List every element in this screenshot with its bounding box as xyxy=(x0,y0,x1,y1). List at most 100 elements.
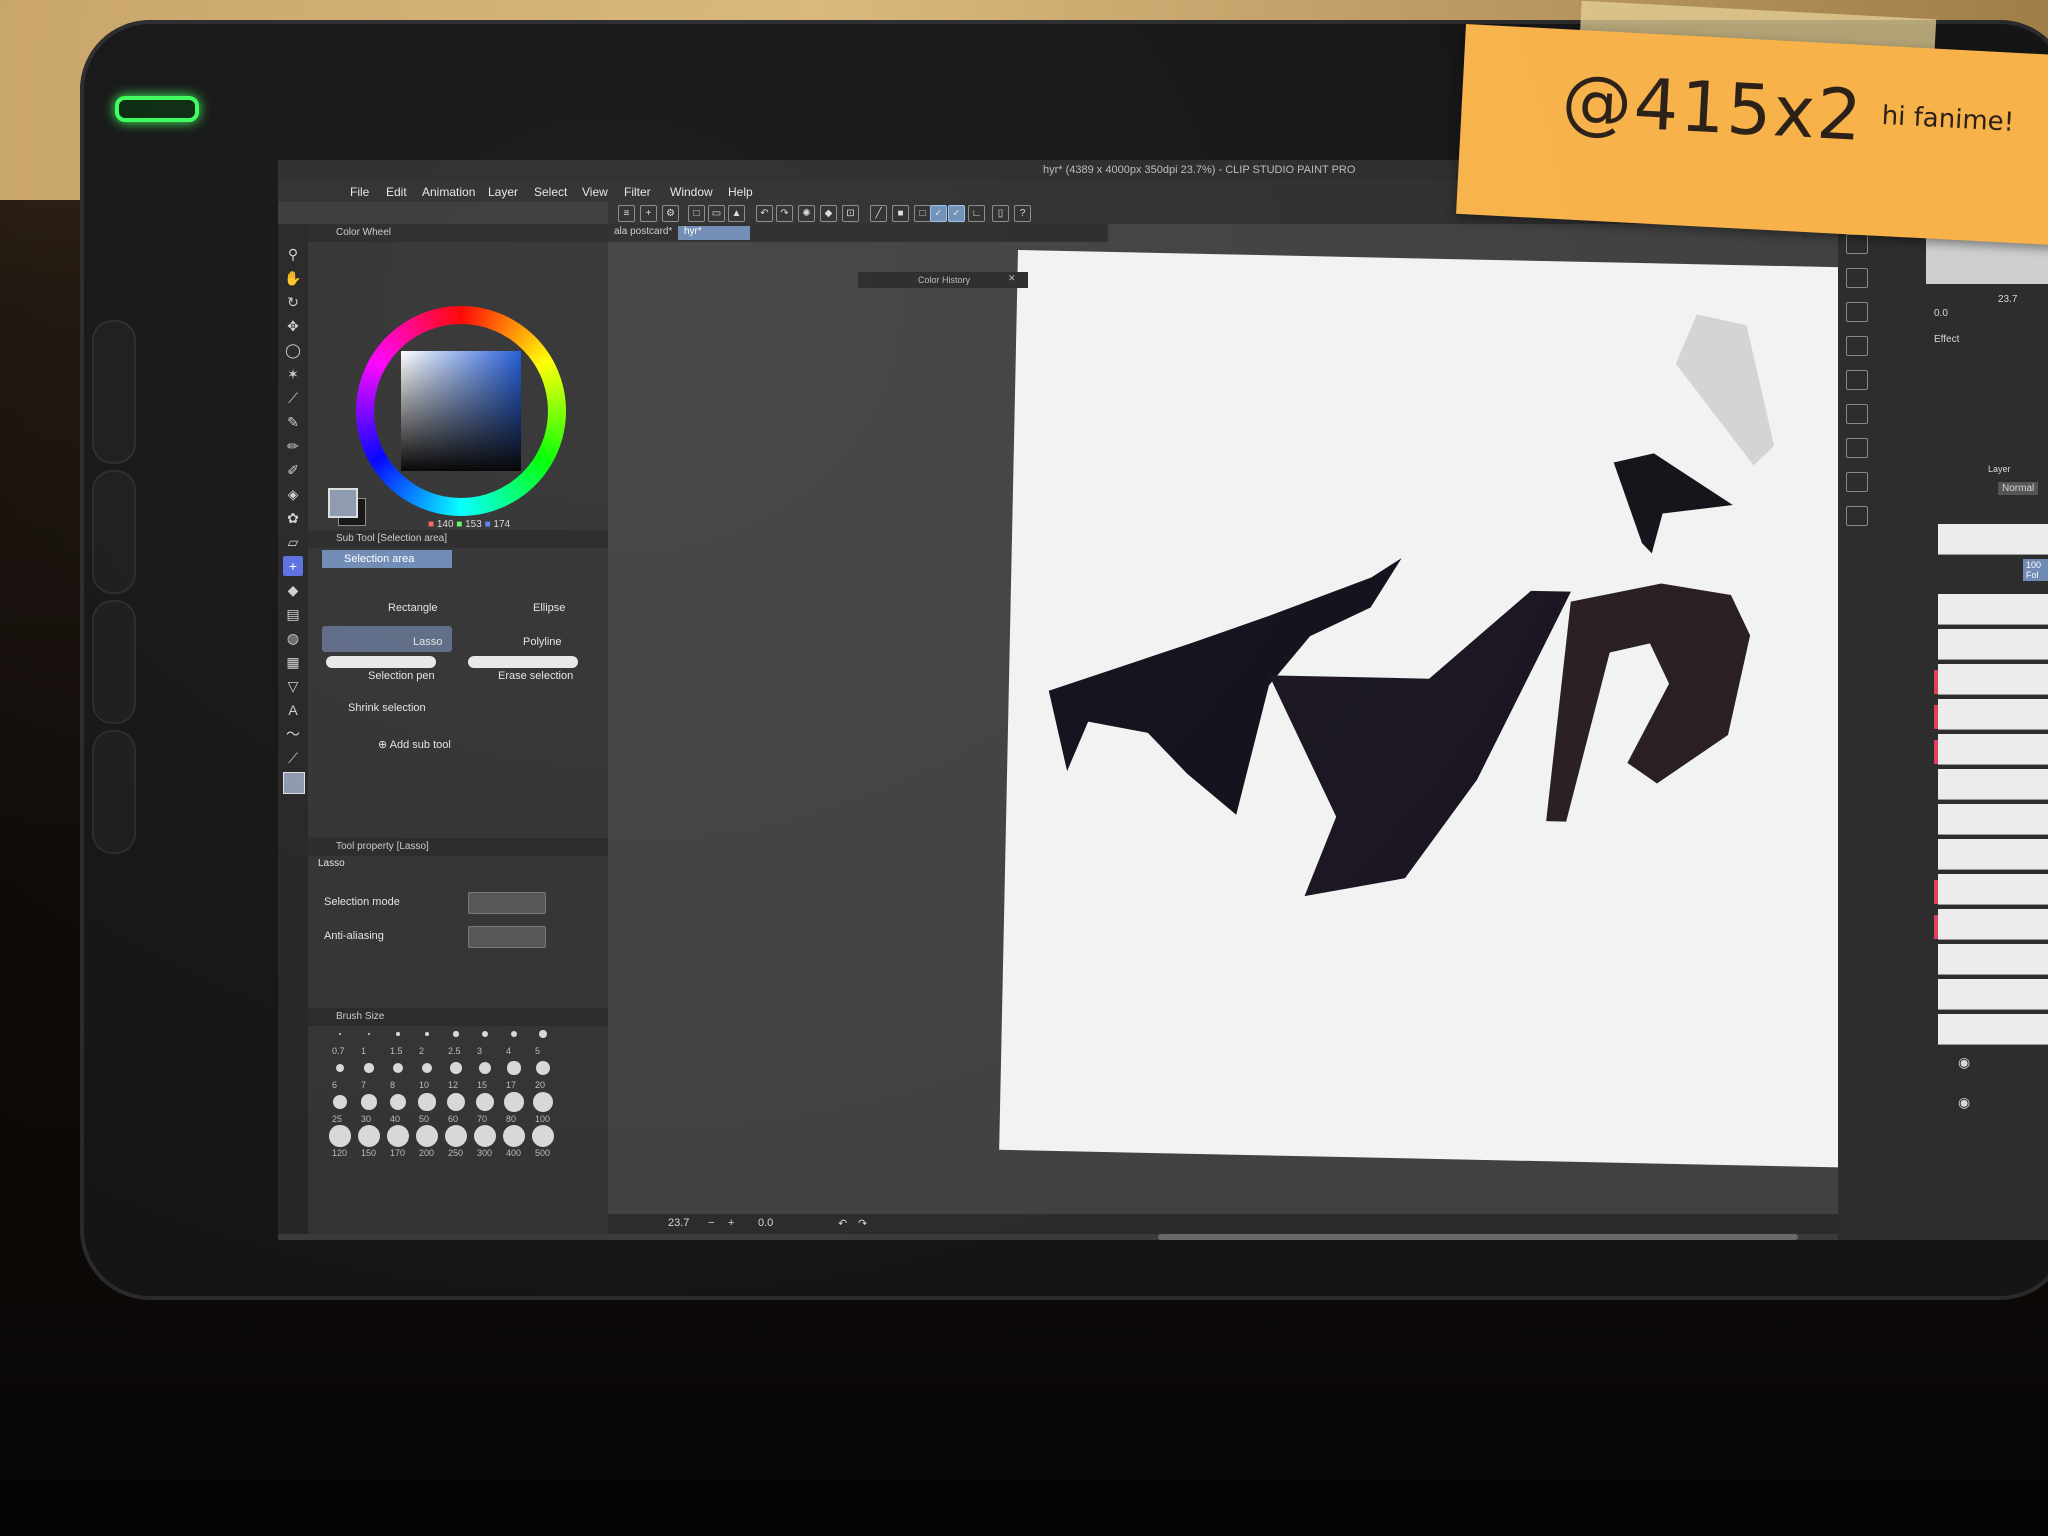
menu-window[interactable]: Window xyxy=(670,185,713,199)
layer-row[interactable] xyxy=(1938,664,2048,695)
brush-size-dot[interactable] xyxy=(332,1094,348,1110)
add-sub-tool-button[interactable]: ⊕ Add sub tool xyxy=(378,738,451,751)
new-canvas-icon[interactable]: + xyxy=(640,205,657,222)
brush-size-dot[interactable] xyxy=(389,1093,407,1111)
navigator-icon[interactable] xyxy=(1846,234,1868,254)
redo-icon[interactable]: ↷ xyxy=(776,205,793,222)
eraser-tool-icon[interactable]: ▱ xyxy=(283,532,303,552)
rotation-readout[interactable]: 0.0 xyxy=(758,1217,773,1229)
brush-size-dot[interactable] xyxy=(503,1125,525,1147)
navigator-zoom[interactable]: 23.7 xyxy=(1998,294,2017,305)
brush-size-dot[interactable] xyxy=(396,1032,400,1036)
sub-tool-group-tab[interactable]: Selection area xyxy=(322,550,452,568)
brush-size-dot[interactable] xyxy=(482,1031,488,1037)
canvas-area[interactable] xyxy=(608,224,2048,1234)
brush-size-dot[interactable] xyxy=(335,1063,345,1073)
saturation-value-square[interactable] xyxy=(401,351,521,471)
brush-size-dot[interactable] xyxy=(393,1063,403,1073)
layer-row[interactable] xyxy=(1938,769,2048,800)
ruler-tool-icon[interactable]: ▽ xyxy=(283,676,303,696)
layer-search-icon[interactable] xyxy=(1846,370,1868,390)
layer-row[interactable] xyxy=(1938,629,2048,660)
menu-filter[interactable]: Filter xyxy=(624,185,651,199)
sub-tool-label[interactable]: Ellipse xyxy=(533,602,565,614)
magic-wand-icon[interactable]: ✶ xyxy=(283,364,303,384)
help-icon[interactable]: ? xyxy=(1014,205,1031,222)
eyedropper-icon[interactable]: ⟋ xyxy=(283,388,303,408)
selection-mode-buttons[interactable] xyxy=(468,892,546,914)
item-bank-icon[interactable] xyxy=(1846,506,1868,526)
sub-tool-label[interactable]: Shrink selection xyxy=(348,702,426,714)
express-key[interactable] xyxy=(92,600,136,724)
layer-row[interactable] xyxy=(1938,909,2048,940)
brush-size-dot[interactable] xyxy=(504,1092,524,1112)
brush-size-dot[interactable] xyxy=(475,1092,495,1112)
rotate-right-icon[interactable]: ↷ xyxy=(858,1217,867,1230)
layer-property-icon[interactable] xyxy=(1846,268,1868,288)
layer-row[interactable] xyxy=(1938,699,2048,730)
layer-row[interactable] xyxy=(1938,734,2048,765)
brush-size-dot[interactable] xyxy=(539,1030,547,1038)
fill-tool-icon[interactable]: ◆ xyxy=(283,580,303,600)
timeline-icon[interactable] xyxy=(1846,404,1868,424)
sub-view-icon[interactable] xyxy=(1846,302,1868,322)
layer-row[interactable] xyxy=(1938,1014,2048,1045)
brush-size-dot[interactable] xyxy=(329,1125,351,1147)
sub-tool-label[interactable]: Polyline xyxy=(523,636,562,648)
menu-view[interactable]: View xyxy=(582,185,608,199)
menu-animation[interactable]: Animation xyxy=(422,185,475,199)
snap-grid-icon[interactable]: ∟ xyxy=(968,205,985,222)
correct-line-tool-icon[interactable]: ⟋ xyxy=(283,748,303,768)
balloon-tool-icon[interactable]: 〜 xyxy=(283,724,303,744)
brush-size-dot[interactable] xyxy=(478,1061,492,1075)
folder-layer-label[interactable]: 100 Fol xyxy=(2023,559,2048,581)
brush-size-dot[interactable] xyxy=(532,1125,554,1147)
pen-tool-icon[interactable]: ✎ xyxy=(283,412,303,432)
text-tool-icon[interactable]: A xyxy=(283,700,303,720)
brush-size-dot[interactable] xyxy=(510,1030,518,1038)
express-key[interactable] xyxy=(92,470,136,594)
rotate-left-icon[interactable]: ↶ xyxy=(838,1217,847,1230)
brush-size-dot[interactable] xyxy=(364,1063,374,1073)
transform-icon[interactable]: ⊡ xyxy=(842,205,859,222)
menu-layer[interactable]: Layer xyxy=(488,185,518,199)
brush-size-dot[interactable] xyxy=(450,1062,462,1074)
snap-special-ruler-icon[interactable]: ✓ xyxy=(948,205,965,222)
brush-size-dot[interactable] xyxy=(421,1062,433,1074)
gradient-tool-icon[interactable]: ▤ xyxy=(283,604,303,624)
brush-size-dot[interactable] xyxy=(532,1091,554,1113)
brush-tool-icon[interactable]: ✐ xyxy=(283,460,303,480)
brush-size-dot[interactable] xyxy=(536,1061,550,1075)
menu-icon[interactable]: ≡ xyxy=(618,205,635,222)
clear-icon[interactable]: ╱ xyxy=(870,205,887,222)
express-key[interactable] xyxy=(92,320,136,464)
brush-size-dot[interactable] xyxy=(361,1094,377,1110)
brush-size-dot[interactable] xyxy=(339,1033,341,1035)
settings-icon[interactable]: ✺ xyxy=(798,205,815,222)
layer-row[interactable] xyxy=(1938,874,2048,905)
navigator-angle[interactable]: 0.0 xyxy=(1934,308,1948,319)
decoration-tool-icon[interactable]: ✿ xyxy=(283,508,303,528)
selection-tool-icon[interactable]: + xyxy=(283,556,303,576)
anti-aliasing-buttons[interactable] xyxy=(468,926,546,948)
sub-tool-label[interactable]: Erase selection xyxy=(498,670,573,682)
brush-size-dot[interactable] xyxy=(453,1031,459,1037)
rotate-tool-icon[interactable]: ↻ xyxy=(283,292,303,312)
fill-selection-icon[interactable]: ■ xyxy=(892,205,909,222)
undo-icon[interactable]: ↶ xyxy=(756,205,773,222)
hand-tool-icon[interactable]: ✋ xyxy=(283,268,303,288)
deselect-icon[interactable]: □ xyxy=(914,205,931,222)
lasso-tool-icon[interactable]: ◯ xyxy=(283,340,303,360)
layer-row[interactable] xyxy=(1938,804,2048,835)
eye-icon[interactable]: ◉ xyxy=(1958,1094,1970,1111)
document-tab[interactable]: ala postcard* xyxy=(608,226,678,240)
brush-size-dot[interactable] xyxy=(447,1093,465,1111)
menu-edit[interactable]: Edit xyxy=(386,185,407,199)
brush-size-dot[interactable] xyxy=(358,1125,380,1147)
layer-row[interactable] xyxy=(1938,839,2048,870)
main-color-swatch[interactable] xyxy=(328,488,358,518)
layer-row[interactable] xyxy=(1938,944,2048,975)
move-tool-icon[interactable]: ✥ xyxy=(283,316,303,336)
layer-row[interactable] xyxy=(1938,979,2048,1010)
sub-tool-label[interactable]: Selection pen xyxy=(368,670,435,682)
